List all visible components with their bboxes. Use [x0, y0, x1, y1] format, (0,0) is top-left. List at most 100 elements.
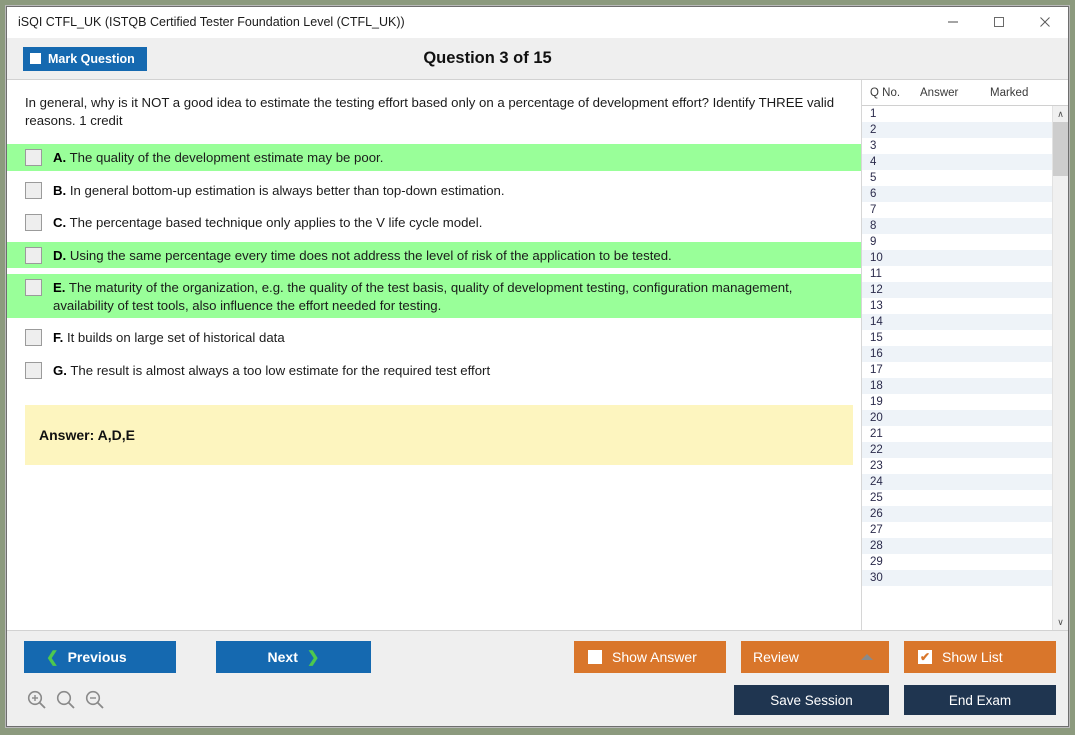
question-counter: Question 3 of 15 — [423, 49, 552, 67]
next-label: Next — [267, 649, 298, 665]
minimize-button[interactable] — [930, 7, 976, 38]
question-list-row[interactable]: 27 — [862, 522, 1052, 538]
show-list-label: Show List — [942, 649, 1003, 665]
question-list-row[interactable]: 15 — [862, 330, 1052, 346]
option-row[interactable]: F. It builds on large set of historical … — [7, 324, 861, 351]
question-list-row[interactable]: 30 — [862, 570, 1052, 586]
question-list-row[interactable]: 29 — [862, 554, 1052, 570]
question-list-row[interactable]: 5 — [862, 170, 1052, 186]
question-list-row[interactable]: 21 — [862, 426, 1052, 442]
zoom-reset-icon[interactable] — [55, 689, 77, 711]
question-list-row[interactable]: 9 — [862, 234, 1052, 250]
exam-simulator-window: iSQI CTFL_UK (ISTQB Certified Tester Fou… — [6, 6, 1069, 727]
option-checkbox[interactable] — [25, 149, 42, 167]
option-checkbox[interactable] — [25, 246, 42, 264]
list-cell-qno: 28 — [870, 540, 883, 552]
option-row[interactable]: E. The maturity of the organization, e.g… — [7, 274, 861, 319]
question-list-row[interactable]: 12 — [862, 282, 1052, 298]
mark-question-button[interactable]: Mark Question — [23, 46, 147, 71]
question-list-scrollbar[interactable]: ∧ ∨ — [1052, 106, 1068, 630]
answer-text: Answer: A,D,E — [39, 427, 135, 444]
question-list-row[interactable]: 10 — [862, 250, 1052, 266]
option-checkbox[interactable] — [25, 361, 42, 379]
list-cell-qno: 27 — [870, 524, 883, 536]
list-cell-qno: 20 — [870, 412, 883, 424]
list-cell-qno: 12 — [870, 284, 883, 296]
zoom-out-icon[interactable] — [84, 689, 106, 711]
question-list-row[interactable]: 24 — [862, 474, 1052, 490]
option-row[interactable]: G. The result is almost always a too low… — [7, 357, 861, 384]
question-list-row[interactable]: 17 — [862, 362, 1052, 378]
column-header-qno: Q No. — [870, 86, 901, 99]
maximize-icon — [994, 17, 1004, 27]
question-list-row[interactable]: 22 — [862, 442, 1052, 458]
option-text: A. The quality of the development estima… — [53, 148, 383, 167]
question-list-row[interactable]: 3 — [862, 138, 1052, 154]
list-cell-qno: 19 — [870, 396, 883, 408]
option-checkbox[interactable] — [25, 279, 42, 297]
question-list-row[interactable]: 13 — [862, 298, 1052, 314]
mark-question-label: Mark Question — [48, 51, 135, 66]
option-body: It builds on large set of historical dat… — [66, 330, 285, 346]
show-answer-button[interactable]: Show Answer — [574, 641, 726, 673]
option-letter: C. — [53, 215, 67, 231]
option-checkbox[interactable] — [25, 329, 42, 347]
scroll-down-arrow-icon[interactable]: ∨ — [1053, 614, 1068, 630]
end-exam-button[interactable]: End Exam — [904, 685, 1056, 715]
question-list-row[interactable]: 19 — [862, 394, 1052, 410]
question-list-row[interactable]: 23 — [862, 458, 1052, 474]
question-pane: In general, why is it NOT a good idea to… — [7, 80, 861, 630]
list-cell-qno: 15 — [870, 332, 883, 344]
list-cell-qno: 21 — [870, 428, 883, 440]
question-list-row[interactable]: 16 — [862, 346, 1052, 362]
question-list-row[interactable]: 1 — [862, 106, 1052, 122]
close-button[interactable] — [1022, 7, 1068, 38]
close-icon — [1040, 17, 1050, 27]
list-cell-qno: 22 — [870, 444, 883, 456]
scroll-up-arrow-icon[interactable]: ∧ — [1053, 106, 1068, 122]
footer-toolbar: ❮ Previous Next ❯ Show Answer Review ✔ S… — [7, 630, 1068, 726]
question-list-row[interactable]: 28 — [862, 538, 1052, 554]
option-row[interactable]: D. Using the same percentage every time … — [7, 241, 861, 269]
option-row[interactable]: C. The percentage based technique only a… — [7, 209, 861, 236]
question-list-row[interactable]: 11 — [862, 266, 1052, 282]
previous-button[interactable]: ❮ Previous — [24, 641, 176, 673]
option-checkbox[interactable] — [25, 181, 42, 199]
question-list-row[interactable]: 8 — [862, 218, 1052, 234]
question-list-row[interactable]: 18 — [862, 378, 1052, 394]
show-answer-checkbox[interactable] — [588, 650, 602, 664]
next-button[interactable]: Next ❯ — [216, 641, 371, 673]
question-list-row[interactable]: 25 — [862, 490, 1052, 506]
question-list-row[interactable]: 26 — [862, 506, 1052, 522]
list-cell-qno: 10 — [870, 252, 883, 264]
zoom-in-icon[interactable] — [26, 689, 48, 711]
question-list-row[interactable]: 6 — [862, 186, 1052, 202]
scrollbar-track[interactable] — [1053, 122, 1068, 614]
column-header-marked: Marked — [990, 86, 1029, 99]
question-list-row[interactable]: 7 — [862, 202, 1052, 218]
option-letter: A. — [53, 150, 67, 166]
chevron-left-icon: ❮ — [46, 648, 59, 666]
option-body: The maturity of the organization, e.g. t… — [53, 280, 793, 313]
option-row[interactable]: A. The quality of the development estima… — [7, 144, 861, 171]
show-list-checkbox[interactable]: ✔ — [918, 650, 932, 664]
scrollbar-thumb[interactable] — [1053, 122, 1068, 176]
option-text: F. It builds on large set of historical … — [53, 328, 285, 347]
mark-question-checkbox[interactable] — [30, 53, 41, 64]
answer-box: Answer: A,D,E — [25, 405, 853, 466]
option-row[interactable]: B. In general bottom-up estimation is al… — [7, 177, 861, 204]
show-list-button[interactable]: ✔ Show List — [904, 641, 1056, 673]
maximize-button[interactable] — [976, 7, 1022, 38]
review-dropdown[interactable]: Review — [741, 641, 889, 673]
option-letter: F. — [53, 330, 64, 346]
question-text: In general, why is it NOT a good idea to… — [25, 95, 835, 128]
question-list-row[interactable]: 2 — [862, 122, 1052, 138]
option-checkbox[interactable] — [25, 214, 42, 232]
list-cell-qno: 17 — [870, 364, 883, 376]
option-text: E. The maturity of the organization, e.g… — [53, 278, 855, 314]
question-list-row[interactable]: 14 — [862, 314, 1052, 330]
question-list-row[interactable]: 4 — [862, 154, 1052, 170]
save-session-button[interactable]: Save Session — [734, 685, 889, 715]
check-icon: ✔ — [919, 650, 931, 664]
question-list-row[interactable]: 20 — [862, 410, 1052, 426]
